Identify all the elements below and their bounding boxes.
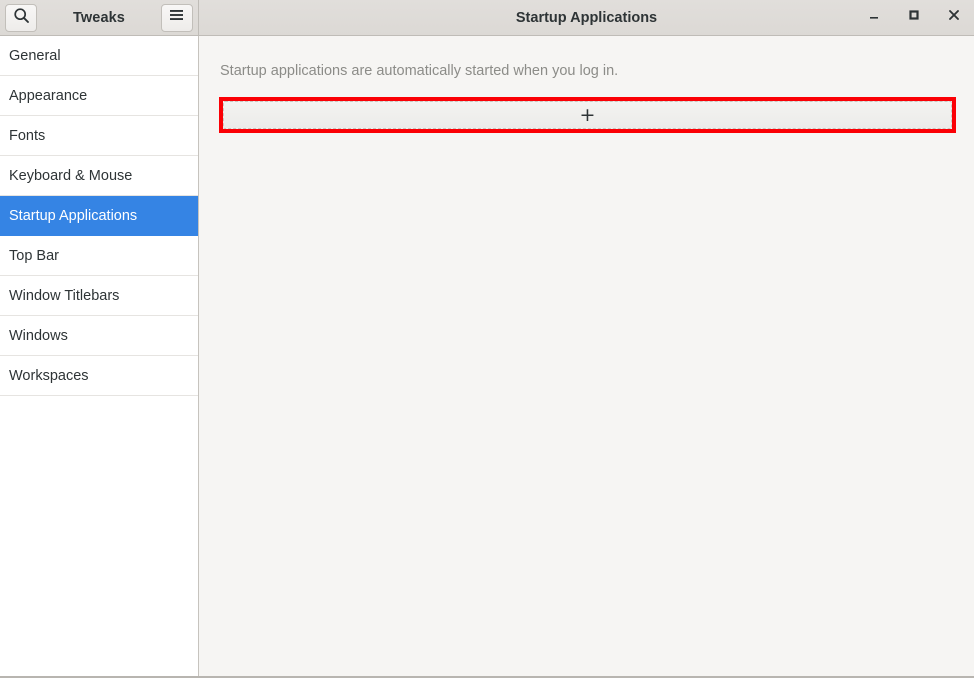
sidebar-item-top-bar[interactable]: Top Bar: [0, 236, 198, 276]
content-area: Startup applications are automatically s…: [199, 36, 974, 676]
maximize-icon: [907, 8, 921, 27]
hamburger-menu-icon: [168, 8, 185, 27]
sidebar-item-fonts[interactable]: Fonts: [0, 116, 198, 156]
sidebar-item-startup-applications[interactable]: Startup Applications: [0, 196, 198, 236]
sidebar-item-appearance[interactable]: Appearance: [0, 76, 198, 116]
headerbar: Tweaks Startup Applications: [0, 0, 974, 36]
maximize-button[interactable]: [894, 0, 934, 36]
close-icon: [947, 8, 961, 27]
sidebar-item-window-titlebars[interactable]: Window Titlebars: [0, 276, 198, 316]
highlight-annotation-rectangle: [219, 97, 956, 133]
window-controls: [854, 0, 974, 35]
sidebar-item-workspaces[interactable]: Workspaces: [0, 356, 198, 396]
tweaks-window: Tweaks Startup Applications General Appe…: [0, 0, 974, 678]
app-title: Tweaks: [73, 9, 125, 26]
headerbar-left-pane: Tweaks: [0, 0, 199, 35]
minimize-icon: [867, 8, 881, 27]
search-icon: [13, 7, 30, 29]
search-button[interactable]: [5, 3, 37, 32]
sidebar: General Appearance Fonts Keyboard & Mous…: [0, 36, 199, 676]
minimize-button[interactable]: [854, 0, 894, 36]
sidebar-item-general[interactable]: General: [0, 36, 198, 76]
description-text: Startup applications are automatically s…: [220, 63, 619, 79]
headerbar-right-pane: Startup Applications: [199, 0, 974, 35]
close-button[interactable]: [934, 0, 974, 36]
menu-button[interactable]: [160, 3, 193, 32]
sidebar-item-windows[interactable]: Windows: [0, 316, 198, 356]
sidebar-item-keyboard-and-mouse[interactable]: Keyboard & Mouse: [0, 156, 198, 196]
